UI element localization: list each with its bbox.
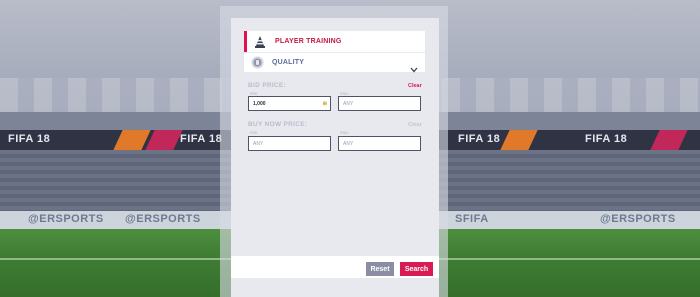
category-label: PLAYER TRAINING xyxy=(275,38,342,45)
coin-icon: ⊞ xyxy=(322,101,327,107)
reset-button[interactable]: Reset xyxy=(366,262,394,276)
board-text: @ERSPORTS xyxy=(600,213,676,225)
ad-text: FIFA 18 xyxy=(180,133,223,145)
buy-now-max-input[interactable]: ANY xyxy=(338,136,421,151)
quality-badge-icon xyxy=(250,56,264,70)
ad-text: FIFA 18 xyxy=(8,133,51,145)
bid-min-input[interactable]: 1,000 ⊞ xyxy=(248,96,331,111)
board-text: @ERSPORTS xyxy=(125,213,201,225)
buy-now-min-placeholder: ANY xyxy=(253,140,264,147)
quality-label: QUALITY xyxy=(272,59,305,66)
bid-max-placeholder: ANY xyxy=(343,100,354,107)
buy-now-min-input[interactable]: ANY xyxy=(248,136,331,151)
buy-now-max-placeholder: ANY xyxy=(343,140,354,147)
ad-text: FIFA 18 xyxy=(458,133,501,145)
board-text: @ERSPORTS xyxy=(28,213,104,225)
buy-now-price-title: BUY NOW PRICE: xyxy=(248,121,308,128)
ad-text: FIFA 18 xyxy=(585,133,628,145)
bid-max-input[interactable]: ANY xyxy=(338,96,421,111)
buy-now-min-label: Min: xyxy=(250,130,259,135)
bid-price-title: BID PRICE: xyxy=(248,82,287,89)
bid-price-clear-link[interactable]: Clear xyxy=(408,83,422,89)
chevron-down-icon xyxy=(410,58,418,77)
quality-dropdown[interactable]: QUALITY xyxy=(244,53,425,73)
search-button[interactable]: Search xyxy=(400,262,433,276)
category-filter-row[interactable]: PLAYER TRAINING xyxy=(244,31,425,52)
buy-now-max-label: Max: xyxy=(340,130,350,135)
cone-icon xyxy=(253,35,267,49)
board-text: SFIFA xyxy=(455,213,489,225)
buy-now-clear-link[interactable]: Clear xyxy=(408,122,422,128)
bid-min-value: 1,000 xyxy=(253,100,266,107)
